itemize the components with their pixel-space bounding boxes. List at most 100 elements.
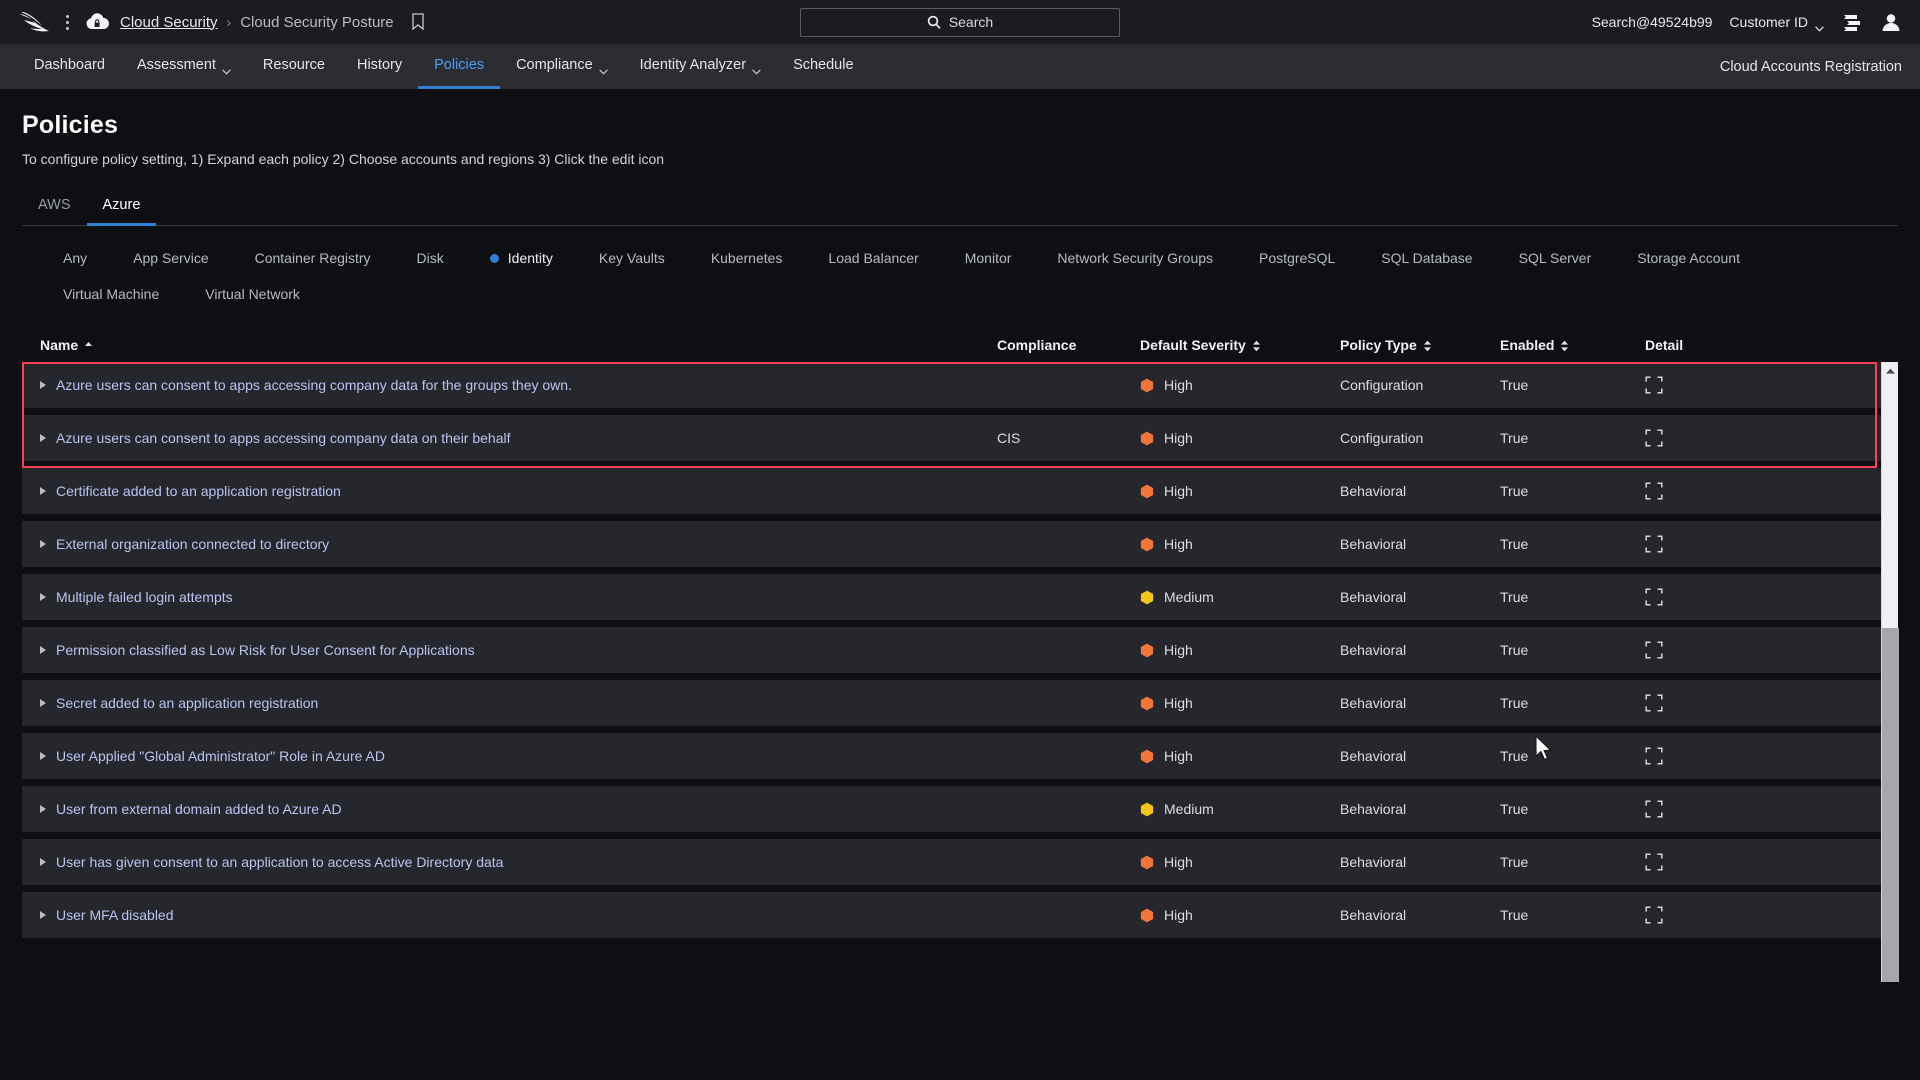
cell-detail[interactable] — [1645, 800, 1765, 818]
nav-item-resource[interactable]: Resource — [247, 44, 341, 89]
policy-name-label[interactable]: User MFA disabled — [56, 907, 174, 923]
cell-name[interactable]: Certificate added to an application regi… — [22, 483, 997, 499]
breadcrumb-root[interactable]: Cloud Security — [120, 14, 218, 31]
vertical-scrollbar[interactable] — [1881, 362, 1899, 982]
expand-detail-icon[interactable] — [1645, 800, 1663, 818]
nav-item-schedule[interactable]: Schedule — [777, 44, 869, 89]
column-header-ptype[interactable]: Policy Type — [1340, 337, 1500, 353]
expand-detail-icon[interactable] — [1645, 535, 1663, 553]
policy-name-label[interactable]: User Applied "Global Administrator" Role… — [56, 748, 385, 764]
user-avatar-icon[interactable] — [1880, 12, 1902, 32]
table-row[interactable]: User MFA disabled High Behavioral True — [22, 892, 1898, 938]
list-view-icon[interactable] — [1841, 12, 1863, 32]
cell-detail[interactable] — [1645, 588, 1765, 606]
cloud-tab-aws[interactable]: AWS — [22, 192, 87, 226]
cell-detail[interactable] — [1645, 906, 1765, 924]
column-header-severity[interactable]: Default Severity — [1140, 337, 1340, 353]
policy-name-label[interactable]: External organization connected to direc… — [56, 536, 329, 552]
service-tab-monitor[interactable]: Monitor — [942, 240, 1035, 276]
kebab-menu-icon[interactable] — [58, 11, 76, 33]
cell-detail[interactable] — [1645, 694, 1765, 712]
nav-item-assessment[interactable]: Assessment — [121, 44, 247, 89]
nav-item-history[interactable]: History — [341, 44, 418, 89]
cell-detail[interactable] — [1645, 747, 1765, 765]
caret-right-icon[interactable] — [40, 858, 46, 866]
table-row[interactable]: User has given consent to an application… — [22, 839, 1898, 885]
caret-right-icon[interactable] — [40, 593, 46, 601]
table-row[interactable]: Azure users can consent to apps accessin… — [22, 415, 1898, 461]
cell-name[interactable]: User Applied "Global Administrator" Role… — [22, 748, 997, 764]
expand-detail-icon[interactable] — [1645, 641, 1663, 659]
caret-right-icon[interactable] — [40, 646, 46, 654]
cell-name[interactable]: Permission classified as Low Risk for Us… — [22, 642, 997, 658]
caret-right-icon[interactable] — [40, 540, 46, 548]
policy-name-label[interactable]: Certificate added to an application regi… — [56, 483, 341, 499]
cell-detail[interactable] — [1645, 641, 1765, 659]
service-tab-sql-server[interactable]: SQL Server — [1496, 240, 1615, 276]
cell-detail[interactable] — [1645, 535, 1765, 553]
cell-name[interactable]: Azure users can consent to apps accessin… — [22, 377, 997, 393]
service-tab-load-balancer[interactable]: Load Balancer — [805, 240, 941, 276]
column-header-enabled[interactable]: Enabled — [1500, 337, 1645, 353]
cell-name[interactable]: User has given consent to an application… — [22, 854, 997, 870]
nav-item-identity-analyzer[interactable]: Identity Analyzer — [624, 44, 777, 89]
service-tab-sql-database[interactable]: SQL Database — [1358, 240, 1495, 276]
expand-detail-icon[interactable] — [1645, 906, 1663, 924]
cell-detail[interactable] — [1645, 429, 1765, 447]
service-tab-identity[interactable]: Identity — [467, 240, 576, 276]
cloud-tab-azure[interactable]: Azure — [86, 192, 157, 226]
cell-name[interactable]: Azure users can consent to apps accessin… — [22, 430, 997, 446]
cell-name[interactable]: External organization connected to direc… — [22, 536, 997, 552]
expand-detail-icon[interactable] — [1645, 588, 1663, 606]
customer-id-dropdown[interactable]: Customer ID — [1729, 14, 1824, 32]
search-input[interactable]: Search — [800, 7, 1120, 37]
service-tab-disk[interactable]: Disk — [394, 240, 467, 276]
expand-detail-icon[interactable] — [1645, 694, 1663, 712]
cloud-accounts-registration-link[interactable]: Cloud Accounts Registration — [1720, 44, 1902, 89]
nav-item-dashboard[interactable]: Dashboard — [18, 44, 121, 89]
table-row[interactable]: Permission classified as Low Risk for Us… — [22, 627, 1898, 673]
cell-name[interactable]: User from external domain added to Azure… — [22, 801, 997, 817]
service-tab-app-service[interactable]: App Service — [110, 240, 231, 276]
caret-right-icon[interactable] — [40, 699, 46, 707]
cell-detail[interactable] — [1645, 853, 1765, 871]
service-tab-any[interactable]: Any — [40, 240, 110, 276]
cell-detail[interactable] — [1645, 482, 1765, 500]
cell-name[interactable]: Secret added to an application registrat… — [22, 695, 997, 711]
caret-right-icon[interactable] — [40, 752, 46, 760]
expand-detail-icon[interactable] — [1645, 853, 1663, 871]
caret-right-icon[interactable] — [40, 381, 46, 389]
scrollbar-thumb[interactable] — [1882, 628, 1899, 982]
service-tab-key-vaults[interactable]: Key Vaults — [576, 240, 688, 276]
service-tab-virtual-machine[interactable]: Virtual Machine — [40, 276, 182, 312]
expand-detail-icon[interactable] — [1645, 747, 1663, 765]
service-tab-kubernetes[interactable]: Kubernetes — [688, 240, 806, 276]
table-row[interactable]: User Applied "Global Administrator" Role… — [22, 733, 1898, 779]
table-row[interactable]: Multiple failed login attempts Medium Beha… — [22, 574, 1898, 620]
caret-right-icon[interactable] — [40, 911, 46, 919]
nav-item-policies[interactable]: Policies — [418, 44, 501, 89]
policy-name-label[interactable]: Multiple failed login attempts — [56, 589, 233, 605]
policy-name-label[interactable]: Azure users can consent to apps accessin… — [56, 377, 572, 393]
table-row[interactable]: Azure users can consent to apps accessin… — [22, 362, 1898, 408]
policy-name-label[interactable]: User from external domain added to Azure… — [56, 801, 342, 817]
cell-name[interactable]: User MFA disabled — [22, 907, 997, 923]
bookmark-icon[interactable] — [411, 13, 425, 31]
service-tab-storage-account[interactable]: Storage Account — [1614, 240, 1763, 276]
caret-right-icon[interactable] — [40, 487, 46, 495]
service-tab-virtual-network[interactable]: Virtual Network — [182, 276, 323, 312]
cell-name[interactable]: Multiple failed login attempts — [22, 589, 997, 605]
nav-item-compliance[interactable]: Compliance — [500, 44, 624, 89]
caret-right-icon[interactable] — [40, 805, 46, 813]
service-tab-postgresql[interactable]: PostgreSQL — [1236, 240, 1358, 276]
table-row[interactable]: Certificate added to an application regi… — [22, 468, 1898, 514]
column-header-name[interactable]: Name — [22, 337, 997, 353]
table-row[interactable]: External organization connected to direc… — [22, 521, 1898, 567]
policy-name-label[interactable]: Azure users can consent to apps accessin… — [56, 430, 511, 446]
service-tab-network-security-groups[interactable]: Network Security Groups — [1034, 240, 1236, 276]
caret-right-icon[interactable] — [40, 434, 46, 442]
table-row[interactable]: User from external domain added to Azure… — [22, 786, 1898, 832]
policy-name-label[interactable]: Permission classified as Low Risk for Us… — [56, 642, 475, 658]
table-row[interactable]: Secret added to an application registrat… — [22, 680, 1898, 726]
policy-name-label[interactable]: User has given consent to an application… — [56, 854, 503, 870]
